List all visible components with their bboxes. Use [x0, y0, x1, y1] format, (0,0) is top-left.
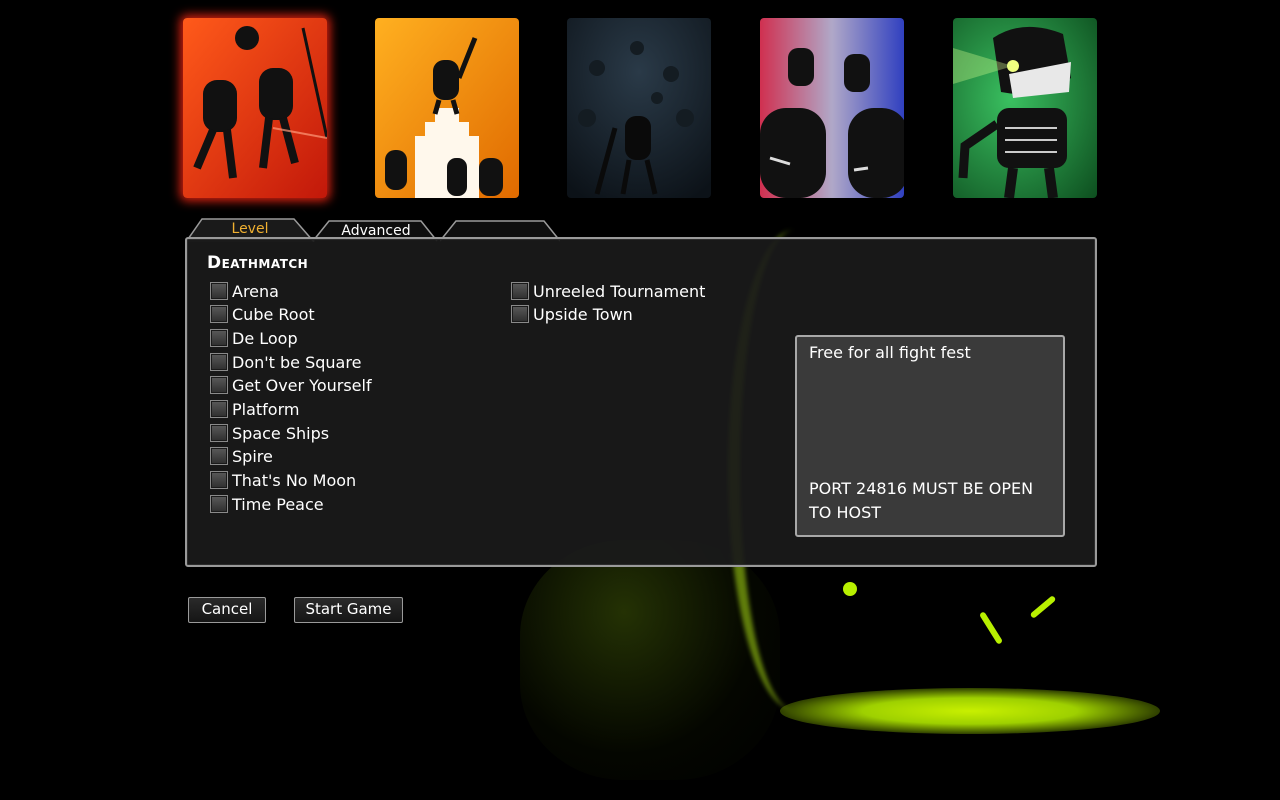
- level-label: Get Over Yourself: [232, 375, 372, 395]
- level-label: Time Peace: [232, 494, 324, 514]
- level-label: Spire: [232, 446, 273, 466]
- deathmatch-card[interactable]: [183, 18, 327, 198]
- glow-dot: [843, 582, 857, 596]
- level-label: Platform: [232, 399, 300, 419]
- level-option[interactable]: De Loop: [210, 327, 298, 349]
- level-option[interactable]: Space Ships: [210, 422, 329, 444]
- level-option[interactable]: Cube Root: [210, 303, 315, 325]
- level-option[interactable]: Unreeled Tournament: [511, 280, 705, 302]
- deathmatch-card-art: [183, 18, 327, 198]
- tower-card-art: [375, 18, 519, 198]
- level-checkbox[interactable]: [210, 471, 228, 489]
- level-description-box: Free for all fight fest PORT 24816 MUST …: [795, 335, 1065, 537]
- level-checkbox[interactable]: [210, 282, 228, 300]
- team-card[interactable]: [760, 18, 904, 198]
- level-checkbox[interactable]: [210, 424, 228, 442]
- tab-level-label: Level: [231, 221, 269, 237]
- port-notice: PORT 24816 MUST BE OPEN TO HOST: [809, 479, 1034, 522]
- level-checkbox[interactable]: [210, 353, 228, 371]
- level-option[interactable]: Spire: [210, 445, 273, 467]
- monster-card[interactable]: [953, 18, 1097, 198]
- level-option[interactable]: Don't be Square: [210, 351, 361, 373]
- level-label: Cube Root: [232, 304, 315, 324]
- level-label: Unreeled Tournament: [533, 281, 706, 301]
- cancel-button[interactable]: Cancel: [188, 597, 266, 623]
- mode-description: Free for all fight fest: [809, 343, 971, 362]
- level-checkbox[interactable]: [511, 305, 529, 323]
- monster-card-art: [953, 18, 1097, 198]
- level-option[interactable]: Arena: [210, 280, 279, 302]
- section-title: Deathmatch: [207, 253, 309, 273]
- level-option[interactable]: That's No Moon: [210, 469, 356, 491]
- level-checkbox[interactable]: [210, 305, 228, 323]
- level-label: Upside Town: [533, 304, 633, 324]
- level-label: Space Ships: [232, 423, 330, 443]
- level-option[interactable]: Platform: [210, 398, 299, 420]
- team-card-art: [760, 18, 904, 198]
- level-checkbox[interactable]: [511, 282, 529, 300]
- level-label: That's No Moon: [232, 470, 357, 490]
- level-checkbox[interactable]: [210, 447, 228, 465]
- tower-card[interactable]: [375, 18, 519, 198]
- level-option[interactable]: Upside Town: [511, 303, 633, 325]
- level-option[interactable]: Time Peace: [210, 493, 324, 515]
- start-game-button[interactable]: Start Game: [294, 597, 403, 623]
- glow-floor: [780, 688, 1160, 734]
- level-checkbox[interactable]: [210, 376, 228, 394]
- level-label: De Loop: [232, 328, 298, 348]
- underwater-card-art: [567, 18, 711, 198]
- glow-eye-left: [978, 611, 1004, 645]
- level-label: Arena: [232, 281, 279, 301]
- level-option[interactable]: Get Over Yourself: [210, 374, 372, 396]
- level-checkbox[interactable]: [210, 329, 228, 347]
- underwater-card[interactable]: [567, 18, 711, 198]
- level-checkbox[interactable]: [210, 400, 228, 418]
- glow-eye-right: [1029, 595, 1057, 619]
- level-label: Don't be Square: [232, 352, 362, 372]
- level-checkbox[interactable]: [210, 495, 228, 513]
